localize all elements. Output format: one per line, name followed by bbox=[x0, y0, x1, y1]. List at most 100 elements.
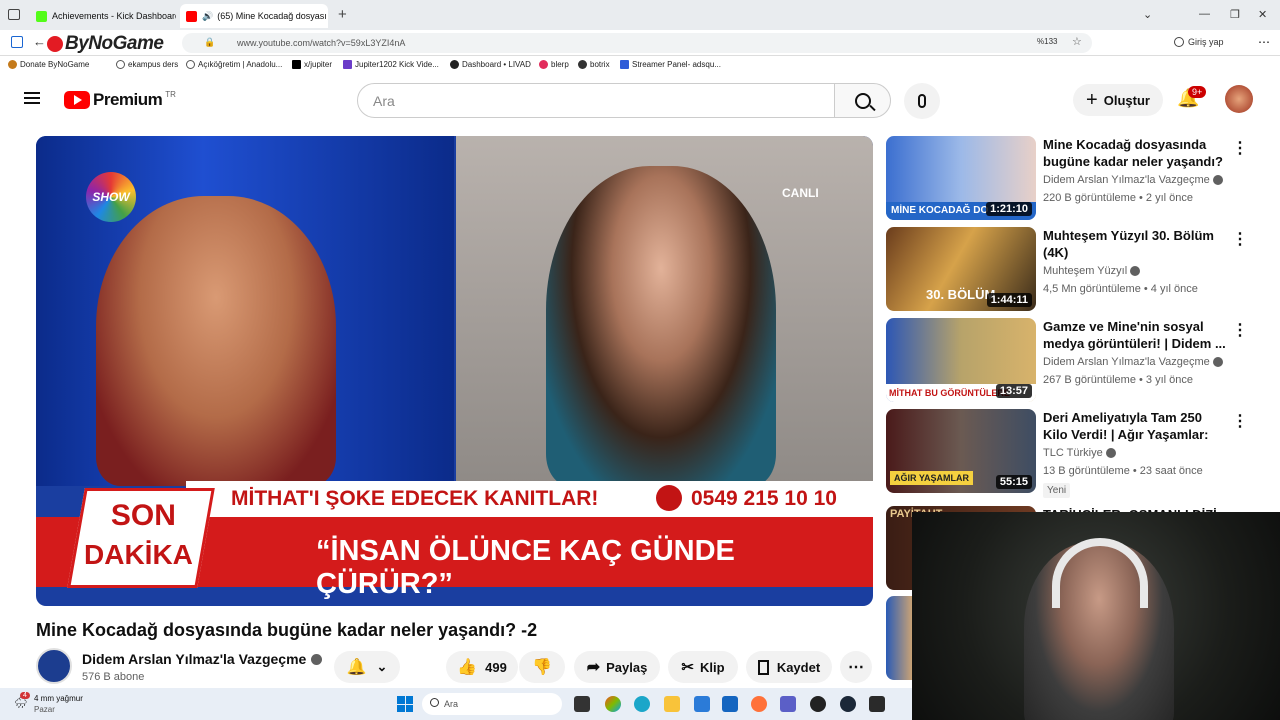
video-thumbnail[interactable]: AĞIR YAŞAMLAR 55:15 bbox=[886, 409, 1036, 493]
tab-label: (65) Mine Kocadağ dosyası bbox=[217, 11, 327, 21]
subscribe-bell-button[interactable]: 🔔 ⌄ bbox=[334, 651, 400, 683]
video-thumbnail[interactable]: 30. BÖLÜM 1:44:11 bbox=[886, 227, 1036, 311]
bookmark-item[interactable]: blerp bbox=[539, 60, 569, 69]
steam-icon[interactable] bbox=[840, 696, 856, 712]
bookmark-item[interactable]: Jupiter1202 Kick Vide... bbox=[343, 60, 439, 69]
bookmark-icon bbox=[450, 60, 459, 69]
video-thumbnail[interactable]: MİTHAT BU GÖRÜNTÜLERE 13:57 bbox=[886, 318, 1036, 402]
recommendation-item[interactable]: MİNE KOCADAĞ DO 1:21:10 Mine Kocadağ dos… bbox=[886, 136, 1248, 220]
weather-widget[interactable]: 🌧 4 4 mm yağmur Pazar bbox=[14, 692, 124, 716]
share-button[interactable]: ➦ Paylaş bbox=[574, 651, 660, 683]
epic-games-icon[interactable] bbox=[869, 696, 885, 712]
firefox-icon[interactable] bbox=[751, 696, 767, 712]
video-player[interactable]: SHOW CANLI MİTHAT'I ŞOKE EDECEK KANITLAR… bbox=[36, 136, 873, 606]
bookmark-item[interactable]: x/jupiter bbox=[292, 60, 332, 69]
video-duration: 13:57 bbox=[995, 384, 1032, 398]
back-icon[interactable]: ← bbox=[33, 34, 46, 49]
tab-youtube[interactable]: 🔊 (65) Mine Kocadağ dosyası ✕ bbox=[180, 4, 328, 28]
save-button[interactable]: Kaydet bbox=[746, 651, 832, 683]
rec-title: Muhteşem Yüzyıl 30. Bölüm (4K) bbox=[1043, 228, 1214, 260]
more-vert-icon[interactable]: ⋮ bbox=[1232, 320, 1248, 340]
youtube-play-icon bbox=[64, 91, 90, 109]
search-button[interactable] bbox=[834, 83, 891, 118]
more-vert-icon[interactable]: ⋮ bbox=[1232, 138, 1248, 158]
bookmark-item[interactable]: Açıköğretim | Anadolu... bbox=[186, 60, 282, 69]
taskbar-search[interactable]: Ara bbox=[422, 693, 562, 715]
bookmark-icon bbox=[757, 659, 769, 675]
star-icon[interactable]: ☆ bbox=[1072, 35, 1082, 48]
bookmark-item[interactable]: Donate ByNoGame bbox=[8, 60, 89, 69]
close-icon[interactable]: ✕ bbox=[327, 11, 328, 22]
extension-icon[interactable] bbox=[11, 36, 23, 48]
bookmark-item[interactable]: botrix bbox=[578, 60, 610, 69]
outlook-icon[interactable] bbox=[722, 696, 738, 712]
window-close-icon[interactable]: ✕ bbox=[1258, 8, 1267, 21]
windows-start-icon[interactable] bbox=[397, 696, 413, 712]
more-vert-icon[interactable]: ⋮ bbox=[1232, 411, 1248, 431]
obs-icon[interactable] bbox=[810, 696, 826, 712]
recommendation-item[interactable]: 30. BÖLÜM 1:44:11 Muhteşem Yüzyıl 30. Bö… bbox=[886, 227, 1248, 311]
store-icon[interactable] bbox=[694, 696, 710, 712]
recommendation-item[interactable]: AĞIR YAŞAMLAR 55:15 Deri Ameliyatıyla Ta… bbox=[886, 409, 1248, 501]
new-tab-icon[interactable]: + bbox=[338, 6, 347, 23]
channel-avatar[interactable] bbox=[36, 648, 72, 684]
mic-icon bbox=[918, 94, 926, 108]
recommendation-item[interactable]: MİTHAT BU GÖRÜNTÜLERE 13:57 Gamze ve Min… bbox=[886, 318, 1248, 402]
speaker-icon[interactable]: 🔊 bbox=[202, 11, 213, 22]
video-thumbnail[interactable]: MİNE KOCADAĞ DO 1:21:10 bbox=[886, 136, 1036, 220]
weather-badge: 4 bbox=[20, 692, 30, 699]
dislike-button[interactable]: 👎 bbox=[519, 651, 565, 683]
task-view-icon[interactable] bbox=[574, 696, 590, 712]
mic-button[interactable] bbox=[904, 83, 940, 119]
url-field[interactable]: 🔒 www.youtube.com/watch?v=59xL3YZI4nA %1… bbox=[182, 33, 1092, 53]
partial-thumbnail[interactable] bbox=[886, 596, 912, 680]
scissors-icon: ✂ bbox=[681, 659, 694, 676]
notif-badge: 9+ bbox=[1188, 86, 1207, 98]
kick-icon bbox=[36, 10, 47, 22]
lock-icon: 🔒 bbox=[204, 37, 216, 47]
bookmark-item[interactable]: ekampus ders bbox=[116, 60, 178, 69]
rec-meta: 13 B görüntüleme • 23 saat önce bbox=[1043, 465, 1203, 477]
notifications-button[interactable]: 🔔 9+ bbox=[1177, 86, 1207, 112]
minimize-icon[interactable]: — bbox=[1199, 8, 1210, 20]
youtube-logo[interactable]: Premium TR bbox=[64, 90, 176, 110]
thumbs-up-icon: 👍 bbox=[457, 659, 478, 676]
video-title: Mine Kocadağ dosyasında bugüne kadar nel… bbox=[36, 620, 538, 640]
tab-label: Achievements - Kick Dashboard bbox=[52, 11, 176, 21]
banner-top: MİTHAT'I ŞOKE EDECEK KANITLAR! 0549 215 … bbox=[186, 481, 873, 517]
tab-kick-dashboard[interactable]: Achievements - Kick Dashboard ✕ bbox=[30, 4, 176, 28]
thumbs-down-icon: 👎 bbox=[532, 659, 552, 676]
video-duration: 1:44:11 bbox=[986, 293, 1032, 307]
channel-name[interactable]: Didem Arslan Yılmaz'la Vazgeçme bbox=[82, 651, 323, 667]
chevron-down-icon: ⌄ bbox=[376, 659, 388, 674]
more-icon[interactable]: ⋯ bbox=[1258, 35, 1270, 49]
bookmark-item[interactable]: Dashboard • LIVAD bbox=[450, 60, 531, 69]
avatar[interactable] bbox=[1225, 85, 1253, 113]
bookmark-icon bbox=[186, 60, 195, 69]
more-vert-icon[interactable]: ⋮ bbox=[1232, 229, 1248, 249]
menu-icon[interactable] bbox=[24, 92, 40, 104]
chevron-down-icon[interactable]: ⌄ bbox=[1143, 8, 1152, 21]
zoom-level[interactable]: %133 bbox=[1037, 37, 1057, 46]
show-logo: SHOW bbox=[86, 172, 136, 222]
file-explorer-icon[interactable] bbox=[664, 696, 680, 712]
maximize-icon[interactable]: ❐ bbox=[1230, 8, 1240, 21]
search-input[interactable]: Ara bbox=[357, 83, 835, 118]
webcam-overlay bbox=[912, 512, 1280, 720]
tab-list-icon[interactable] bbox=[8, 9, 20, 20]
video-duration: 55:15 bbox=[995, 475, 1032, 489]
clip-button[interactable]: ✂ Klip bbox=[668, 651, 738, 683]
login-button[interactable]: Giriş yap bbox=[1174, 37, 1224, 47]
like-button[interactable]: 👍 499 bbox=[446, 651, 518, 683]
subscriber-count: 576 B abone bbox=[82, 671, 145, 683]
edge-icon[interactable] bbox=[634, 696, 650, 712]
bookmark-item[interactable]: Streamer Panel- adsqu... bbox=[620, 60, 721, 69]
teams-icon[interactable] bbox=[780, 696, 796, 712]
copilot-icon[interactable] bbox=[605, 696, 621, 712]
bookmark-icon bbox=[116, 60, 125, 69]
create-button[interactable]: + Oluştur bbox=[1073, 84, 1163, 116]
more-actions-button[interactable]: ⋯ bbox=[840, 651, 872, 683]
rec-meta: 220 B görüntüleme • 2 yıl önce bbox=[1043, 192, 1193, 204]
verified-icon bbox=[1212, 357, 1223, 368]
rec-channel: Didem Arslan Yılmaz'la Vazgeçme bbox=[1043, 174, 1223, 186]
